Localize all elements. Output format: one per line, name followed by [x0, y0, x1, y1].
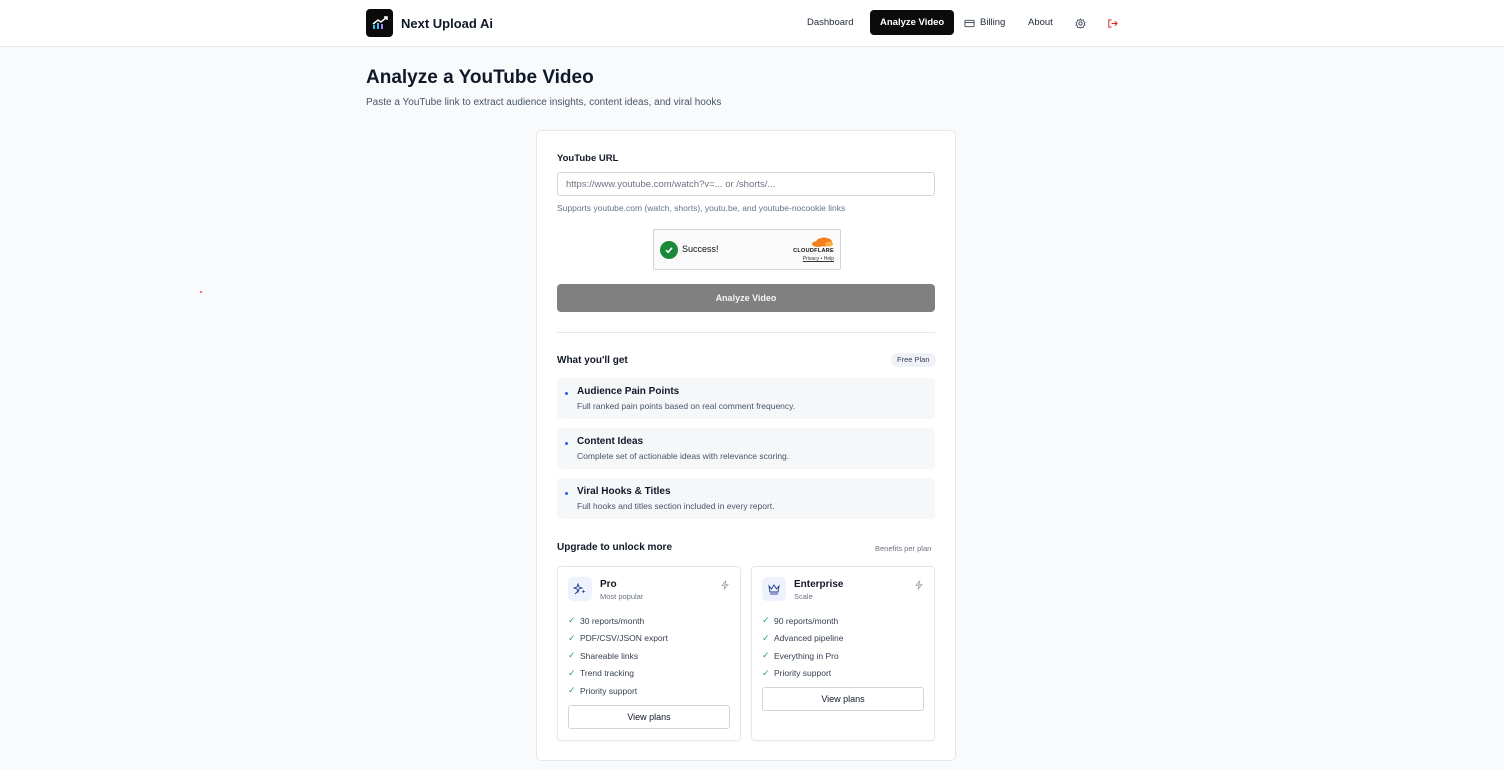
nav-billing[interactable]: Billing [980, 10, 1005, 35]
view-plans-button-pro[interactable]: View plans [568, 705, 730, 729]
benefit-text: Advanced pipeline [774, 633, 844, 644]
analyze-card: YouTube URL Supports youtube.com (watch,… [536, 130, 956, 761]
youtube-url-input[interactable] [557, 172, 935, 196]
benefit-item: ✓ PDF/CSV/JSON export [568, 630, 668, 648]
benefits-note: Benefits per plan [875, 544, 932, 553]
page-title: Analyze a YouTube Video [366, 67, 594, 88]
benefit-item: ✓ Priority support [568, 682, 668, 700]
url-hint: Supports youtube.com (watch, shorts), yo… [557, 203, 846, 213]
feature-item: Content Ideas Complete set of actionable… [557, 428, 935, 469]
crown-icon [762, 577, 786, 601]
check-icon: ✓ [762, 632, 770, 643]
check-icon: ✓ [568, 685, 576, 696]
captcha-status: Success! [682, 244, 719, 254]
benefit-text: Everything in Pro [774, 650, 839, 661]
analyze-video-button[interactable]: Analyze Video [557, 284, 935, 312]
benefit-item: ✓ Shareable links [568, 647, 668, 665]
feature-title: Content Ideas [577, 436, 644, 447]
benefit-text: Trend tracking [580, 668, 635, 679]
check-icon: ✓ [762, 615, 770, 626]
plan-benefits: ✓ 90 reports/month ✓ Advanced pipeline ✓ Ev… [762, 612, 843, 682]
benefit-item: ✓ 90 reports/month [762, 612, 843, 630]
plan-card-enterprise: Enterprise Scale ✓ 90 reports/month ✓ Adva… [751, 566, 935, 741]
feature-item: Audience Pain Points Full ranked pain po… [557, 378, 935, 419]
sparkles-icon [568, 577, 592, 601]
bullet-icon [565, 492, 568, 495]
feature-item: Viral Hooks & Titles Full hooks and titl… [557, 478, 935, 519]
benefit-item: ✓ Everything in Pro [762, 647, 843, 665]
check-icon: ✓ [568, 667, 576, 678]
check-icon: ✓ [762, 650, 770, 661]
bullet-icon [565, 442, 568, 445]
benefit-text: 90 reports/month [774, 615, 839, 626]
benefit-text: 30 reports/month [580, 615, 645, 626]
check-icon: ✓ [568, 650, 576, 661]
lightning-icon [720, 577, 730, 590]
plan-card-pro: Pro Most popular ✓ 30 reports/month ✓ PDF/… [557, 566, 741, 741]
cloudflare-name: CLOUDFLARE [793, 248, 834, 254]
benefit-item: ✓ Advanced pipeline [762, 630, 843, 648]
page-subtitle: Paste a YouTube link to extract audience… [366, 97, 722, 108]
cursor-dot [200, 291, 202, 293]
benefit-text: Shareable links [580, 650, 639, 661]
top-navbar: Next Upload Ai Dashboard Analyze Video B… [0, 0, 1504, 47]
plan-tag: Scale [794, 592, 813, 601]
plan-name: Enterprise [794, 579, 844, 590]
upgrade-title: Upgrade to unlock more [557, 542, 673, 553]
plan-name: Pro [600, 579, 617, 590]
feature-title: Viral Hooks & Titles [577, 486, 671, 497]
benefit-item: ✓ 30 reports/month [568, 612, 668, 630]
main-nav: Dashboard Analyze Video Billing About [0, 10, 1504, 35]
nav-about[interactable]: About [1028, 10, 1053, 35]
cloudflare-branding: CLOUDFLARE Privacy • Help [784, 236, 834, 262]
plan-benefits: ✓ 30 reports/month ✓ PDF/CSV/JSON export ✓… [568, 612, 668, 700]
benefit-item: ✓ Priority support [762, 665, 843, 683]
feature-desc: Full hooks and titles section included i… [577, 501, 775, 511]
benefit-text: PDF/CSV/JSON export [580, 633, 668, 644]
check-circle-icon [660, 241, 678, 259]
url-label: YouTube URL [557, 153, 619, 164]
benefit-text: Priority support [774, 668, 832, 679]
feature-title: Audience Pain Points [577, 386, 680, 397]
gear-icon[interactable] [1075, 16, 1087, 29]
cloud-icon [812, 237, 833, 247]
cloudflare-captcha[interactable]: Success! CLOUDFLARE Privacy • Help [653, 229, 841, 270]
view-plans-button-enterprise[interactable]: View plans [762, 687, 924, 711]
features-title: What you'll get [557, 355, 628, 366]
feature-desc: Full ranked pain points based on real co… [577, 401, 796, 411]
check-icon: ✓ [568, 615, 576, 626]
bullet-icon [565, 392, 568, 395]
free-plan-badge: Free Plan [891, 353, 936, 367]
benefit-item: ✓ Trend tracking [568, 665, 668, 683]
check-icon: ✓ [762, 667, 770, 678]
plan-tag: Most popular [600, 592, 644, 601]
feature-desc: Complete set of actionable ideas with re… [577, 451, 790, 461]
logout-icon[interactable] [1107, 16, 1119, 28]
lightning-icon [914, 577, 924, 590]
card-icon [964, 16, 976, 28]
nav-analyze-video[interactable]: Analyze Video [870, 10, 955, 35]
nav-dashboard[interactable]: Dashboard [807, 10, 853, 35]
benefit-text: Priority support [580, 685, 638, 696]
check-icon: ✓ [568, 632, 576, 643]
captcha-links[interactable]: Privacy • Help [784, 256, 834, 262]
divider [557, 332, 935, 333]
